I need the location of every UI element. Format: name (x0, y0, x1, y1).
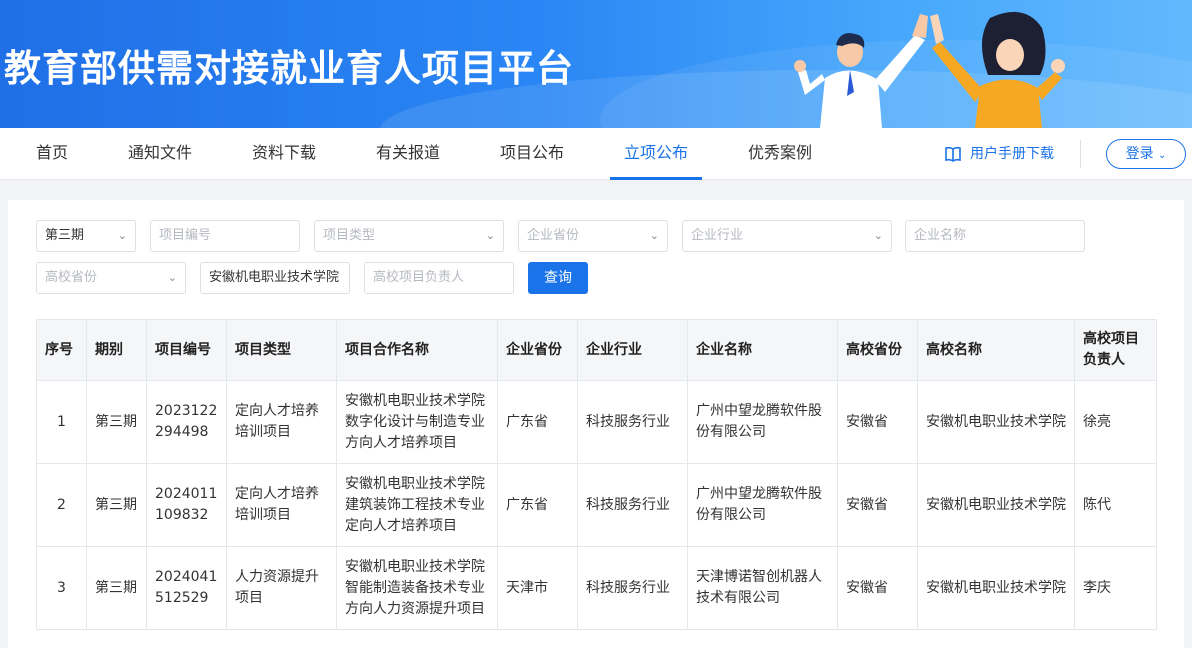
header-banner: 教育部供需对接就业育人项目平台 (0, 0, 1192, 128)
school-province-placeholder: 高校省份 (45, 270, 98, 285)
cell-project-no: 2024041512529 (146, 546, 227, 630)
cell-project-type: 定向人才培养培训项目 (226, 463, 337, 547)
column-header: 项目类型 (226, 319, 337, 381)
nav-item-home[interactable]: 首页 (36, 128, 68, 180)
table-row: 3 第三期 2024041512529 人力资源提升项目 安徽机电职业技术学院智… (36, 546, 1157, 630)
chevron-down-icon: ⌄ (117, 229, 127, 242)
cell-school-name: 安徽机电职业技术学院 (917, 380, 1075, 464)
school-name-value: 安徽机电职业技术学院 (209, 270, 340, 285)
cell-company-province: 天津市 (497, 546, 578, 630)
chevron-down-icon: ⌄ (873, 229, 883, 242)
cell-index: 1 (36, 380, 87, 464)
project-type-select[interactable]: 项目类型 ⌄ (314, 220, 504, 252)
active-tab-indicator (610, 177, 702, 180)
results-table: 序号 期别 项目编号 项目类型 项目合作名称 企业省份 企业行业 企业名称 高校… (36, 319, 1157, 630)
query-button[interactable]: 查询 (528, 262, 588, 294)
company-industry-placeholder: 企业行业 (691, 228, 744, 243)
column-header: 企业名称 (687, 319, 838, 381)
cell-project-type: 定向人才培养培训项目 (226, 380, 337, 464)
manual-download-link[interactable]: 用户手册下载 (944, 128, 1054, 180)
nav-item-cases[interactable]: 优秀案例 (748, 128, 812, 180)
nav-item-notices[interactable]: 通知文件 (128, 128, 192, 180)
manual-download-label: 用户手册下载 (970, 146, 1054, 162)
cell-project-no: 2023122294498 (146, 380, 227, 464)
project-type-placeholder: 项目类型 (323, 228, 376, 243)
school-leader-input[interactable]: 高校项目负责人 (364, 262, 514, 294)
cell-period: 第三期 (86, 546, 147, 630)
column-header: 企业行业 (577, 319, 688, 381)
content-card: 第三期 ⌄ 项目编号 项目类型 ⌄ 企业省份 ⌄ 企业行业 ⌄ 企业名称 高校省… (8, 200, 1184, 648)
login-label: 登录 (1125, 146, 1154, 162)
school-province-select[interactable]: 高校省份 ⌄ (36, 262, 186, 294)
cell-company-name: 广州中望龙腾软件股份有限公司 (687, 463, 838, 547)
nav-item-downloads[interactable]: 资料下载 (252, 128, 316, 180)
cell-index: 3 (36, 546, 87, 630)
book-icon (945, 146, 961, 162)
cell-school-name: 安徽机电职业技术学院 (917, 463, 1075, 547)
cell-company-industry: 科技服务行业 (577, 546, 688, 630)
chevron-down-icon: ⌄ (485, 229, 495, 242)
cell-project-name: 安徽机电职业技术学院建筑装饰工程技术专业定向人才培养项目 (336, 463, 498, 547)
cell-company-industry: 科技服务行业 (577, 380, 688, 464)
cell-period: 第三期 (86, 463, 147, 547)
column-header: 高校名称 (917, 319, 1075, 381)
period-value: 第三期 (45, 228, 85, 243)
cell-school-province: 安徽省 (837, 380, 918, 464)
column-header: 高校省份 (837, 319, 918, 381)
cell-period: 第三期 (86, 380, 147, 464)
cell-company-industry: 科技服务行业 (577, 463, 688, 547)
column-header: 高校项目负责人 (1074, 319, 1157, 381)
column-header: 项目合作名称 (336, 319, 498, 381)
chevron-down-icon: ⌄ (649, 229, 659, 242)
cell-school-province: 安徽省 (837, 546, 918, 630)
cell-company-province: 广东省 (497, 463, 578, 547)
cell-school-leader: 徐亮 (1074, 380, 1157, 464)
project-no-placeholder: 项目编号 (159, 228, 212, 243)
nav-item-approved[interactable]: 立项公布 (624, 128, 688, 180)
cell-school-province: 安徽省 (837, 463, 918, 547)
project-no-input[interactable]: 项目编号 (150, 220, 300, 252)
chevron-down-icon: ⌄ (1158, 150, 1167, 161)
school-name-input[interactable]: 安徽机电职业技术学院 (200, 262, 350, 294)
cell-school-leader: 陈代 (1074, 463, 1157, 547)
main-nav: 首页 通知文件 资料下载 有关报道 项目公布 立项公布 优秀案例 用户手册下载 … (0, 128, 1192, 180)
period-select[interactable]: 第三期 ⌄ (36, 220, 136, 252)
column-header: 序号 (36, 319, 87, 381)
table-row: 2 第三期 2024011109832 定向人才培养培训项目 安徽机电职业技术学… (36, 463, 1157, 547)
column-header: 项目编号 (146, 319, 227, 381)
table-row: 1 第三期 2023122294498 定向人才培养培训项目 安徽机电职业技术学… (36, 380, 1157, 464)
cell-project-name: 安徽机电职业技术学院数字化设计与制造专业方向人才培养项目 (336, 380, 498, 464)
cell-company-name: 天津博诺智创机器人技术有限公司 (687, 546, 838, 630)
login-button[interactable]: 登录 ⌄ (1106, 139, 1186, 169)
cell-school-name: 安徽机电职业技术学院 (917, 546, 1075, 630)
table-header-row: 序号 期别 项目编号 项目类型 项目合作名称 企业省份 企业行业 企业名称 高校… (36, 319, 1157, 381)
cell-index: 2 (36, 463, 87, 547)
company-name-placeholder: 企业名称 (914, 228, 967, 243)
column-header: 期别 (86, 319, 147, 381)
cell-project-name: 安徽机电职业技术学院智能制造装备技术专业方向人力资源提升项目 (336, 546, 498, 630)
company-province-placeholder: 企业省份 (527, 228, 580, 243)
high-five-illustration (794, 11, 1065, 128)
nav-item-projects[interactable]: 项目公布 (500, 128, 564, 180)
school-leader-placeholder: 高校项目负责人 (373, 270, 465, 285)
chevron-down-icon: ⌄ (167, 271, 177, 284)
site-title: 教育部供需对接就业育人项目平台 (4, 47, 574, 90)
company-province-select[interactable]: 企业省份 ⌄ (518, 220, 668, 252)
cell-company-province: 广东省 (497, 380, 578, 464)
company-name-input[interactable]: 企业名称 (905, 220, 1085, 252)
cell-company-name: 广州中望龙腾软件股份有限公司 (687, 380, 838, 464)
cell-school-leader: 李庆 (1074, 546, 1157, 630)
cell-project-type: 人力资源提升项目 (226, 546, 337, 630)
company-industry-select[interactable]: 企业行业 ⌄ (682, 220, 892, 252)
nav-divider (1080, 140, 1081, 168)
nav-item-reports[interactable]: 有关报道 (376, 128, 440, 180)
column-header: 企业省份 (497, 319, 578, 381)
cell-project-no: 2024011109832 (146, 463, 227, 547)
